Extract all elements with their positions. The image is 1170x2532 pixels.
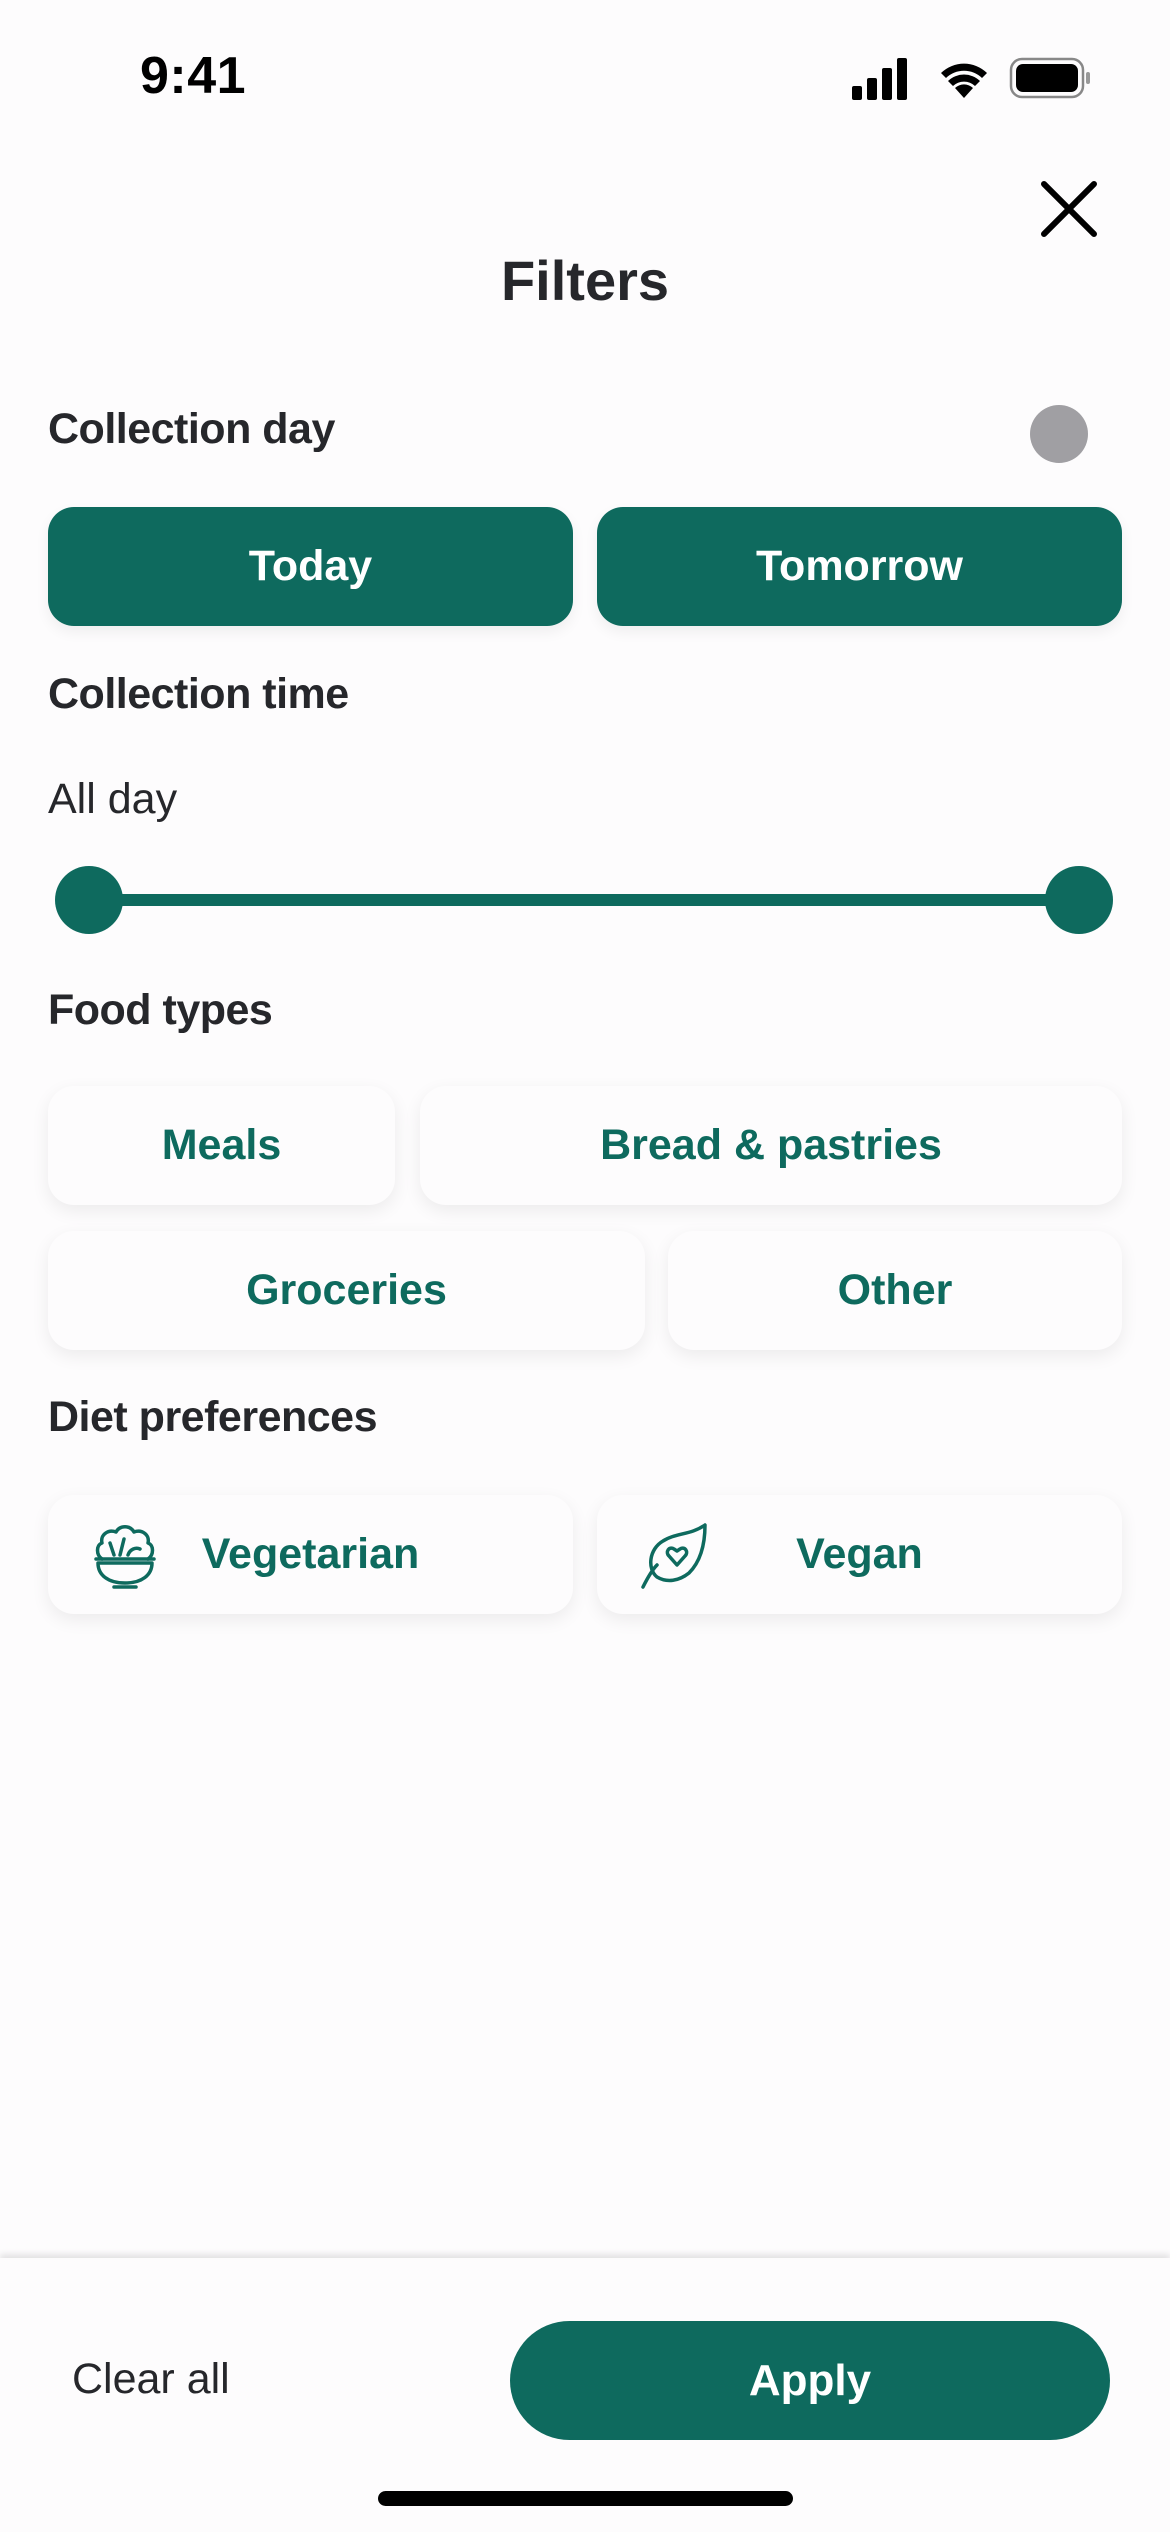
wifi-icon (941, 63, 987, 98)
chip-label: Vegan (796, 1530, 923, 1578)
chip-label: Bread & pastries (600, 1121, 942, 1169)
status-icons (852, 57, 1090, 100)
battery-icon (1009, 57, 1090, 99)
tomorrow-button[interactable]: Tomorrow (597, 507, 1122, 626)
diet-preferences-title: Diet preferences (48, 1393, 378, 1441)
close-icon[interactable] (1036, 176, 1102, 242)
chip-label: Groceries (246, 1266, 447, 1314)
apply-button[interactable]: Apply (510, 2321, 1110, 2440)
food-type-other[interactable]: Other (668, 1231, 1122, 1350)
collection-day-toggle[interactable] (1030, 405, 1088, 463)
chip-label: Other (837, 1266, 953, 1314)
home-indicator (378, 2491, 793, 2506)
collection-time-title: Collection time (48, 670, 349, 718)
salad-bowl-icon (94, 1525, 156, 1589)
clear-all-button[interactable]: Clear all (72, 2355, 230, 2404)
collection-time-value: All day (48, 775, 178, 823)
food-type-groceries[interactable]: Groceries (48, 1231, 645, 1350)
food-types-title: Food types (48, 986, 273, 1034)
time-slider-start-handle[interactable] (55, 866, 123, 934)
chip-label: Meals (161, 1121, 282, 1169)
diet-vegan[interactable]: Vegan (597, 1495, 1122, 1614)
today-button[interactable]: Today (48, 507, 573, 626)
status-time: 9:41 (140, 47, 247, 105)
leaf-heart-icon (641, 1523, 707, 1589)
time-slider-end-handle[interactable] (1045, 866, 1113, 934)
food-type-bread-pastries[interactable]: Bread & pastries (420, 1086, 1122, 1205)
cellular-signal-icon (852, 58, 907, 100)
diet-vegetarian[interactable]: Vegetarian (48, 1495, 573, 1614)
food-type-meals[interactable]: Meals (48, 1086, 395, 1205)
page-title: Filters (500, 249, 670, 312)
chip-label: Vegetarian (201, 1530, 420, 1578)
time-slider-fill (89, 894, 1079, 906)
collection-day-title: Collection day (48, 405, 335, 453)
